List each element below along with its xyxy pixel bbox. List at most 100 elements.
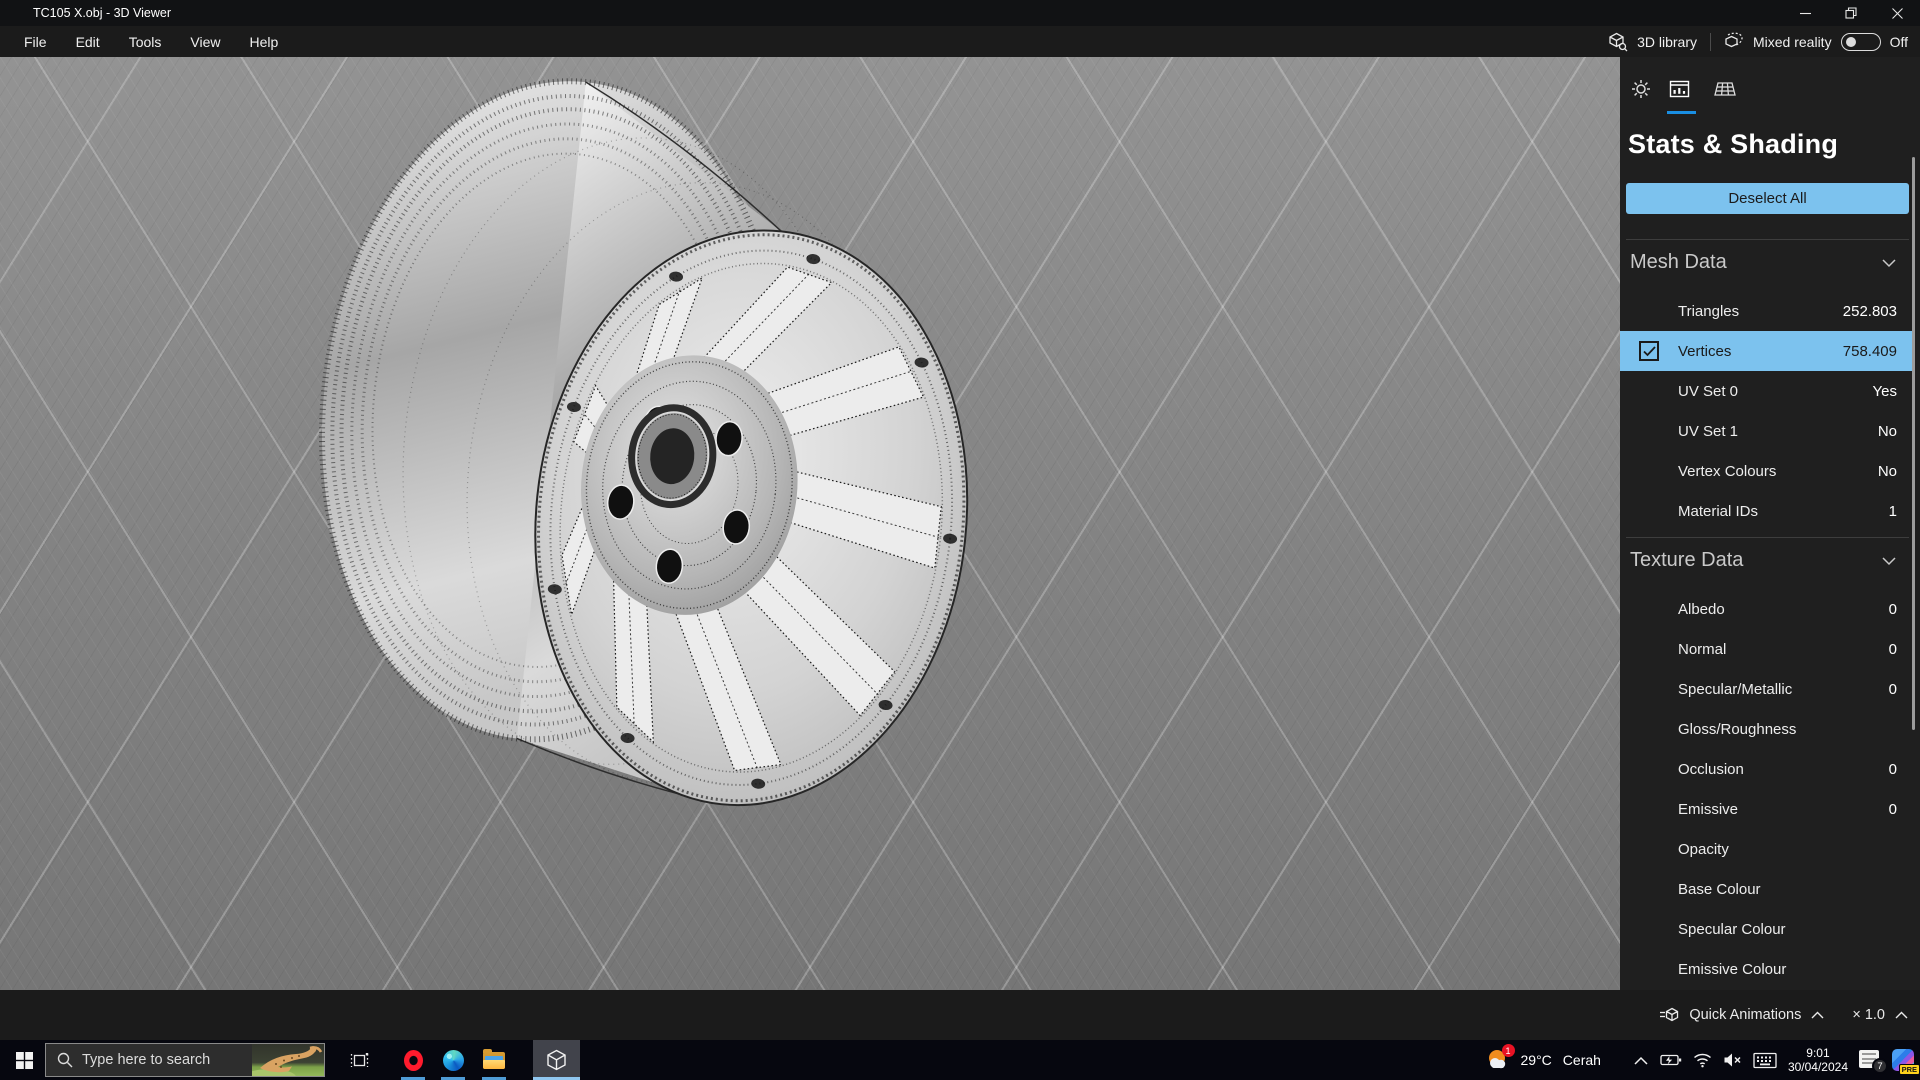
tab-stats-shading[interactable] <box>1668 78 1690 100</box>
quick-animations-icon <box>1660 1007 1679 1022</box>
tray-temperature[interactable]: 29°C <box>1521 1052 1552 1068</box>
active-tab-indicator <box>1667 111 1696 114</box>
volume-muted-icon[interactable] <box>1723 1052 1742 1068</box>
stat-row-vertex-colours[interactable]: Vertex Colours No <box>1620 451 1914 491</box>
search-icon <box>57 1052 73 1068</box>
divider <box>1626 239 1909 240</box>
close-button[interactable] <box>1874 0 1920 26</box>
3d-viewport[interactable] <box>0 57 1620 990</box>
taskbar-app-file-explorer[interactable] <box>474 1040 514 1080</box>
bottom-bar: Quick Animations × 1.0 <box>0 990 1920 1040</box>
tab-environment[interactable] <box>1630 78 1652 100</box>
stat-row-material-ids[interactable]: Material IDs 1 <box>1620 491 1914 531</box>
tray-time: 9:01 <box>1806 1046 1830 1060</box>
restore-button[interactable] <box>1828 0 1874 26</box>
notification-badge: 7 <box>1872 1058 1888 1074</box>
stat-row-specular-colour[interactable]: Specular Colour <box>1620 909 1914 949</box>
divider <box>1626 537 1909 538</box>
menu-edit[interactable]: Edit <box>76 34 100 50</box>
menu-tools[interactable]: Tools <box>129 34 162 50</box>
minimize-icon <box>1799 12 1811 14</box>
chevron-up-icon[interactable] <box>1895 1011 1908 1020</box>
tray-date: 30/04/2024 <box>1787 1060 1848 1074</box>
window-title: TC105 X.obj - 3D Viewer <box>33 6 172 20</box>
stat-row-emissive-colour[interactable]: Emissive Colour <box>1620 949 1914 989</box>
quick-animations-button[interactable]: Quick Animations <box>1689 1007 1801 1023</box>
3d-library-icon <box>1609 32 1628 51</box>
search-input[interactable] <box>82 1052 242 1068</box>
sun-icon <box>1632 80 1650 98</box>
stat-row-normal[interactable]: Normal 0 <box>1620 629 1914 669</box>
texture-data-header[interactable]: Texture Data <box>1630 542 1910 578</box>
deselect-all-button[interactable]: Deselect All <box>1626 183 1909 214</box>
wheel-model[interactable] <box>0 57 1620 990</box>
mixed-reality-icon <box>1725 32 1743 47</box>
mixed-reality-state: Off <box>1889 33 1908 50</box>
menu-file[interactable]: File <box>24 34 47 50</box>
menu-help[interactable]: Help <box>249 34 278 50</box>
weather-button[interactable]: 1 <box>1486 1044 1515 1072</box>
mixed-reality-label: Mixed reality <box>1752 33 1832 50</box>
system-tray: 1 29°C Cerah 9:01 30/04/2024 7 PRE <box>1486 1040 1920 1080</box>
taskbar-search[interactable] <box>45 1043 325 1077</box>
start-button[interactable] <box>0 1040 48 1080</box>
weather-badge: 1 <box>1501 1044 1515 1057</box>
opera-icon <box>403 1049 423 1071</box>
check-icon <box>1642 345 1656 356</box>
touch-keyboard-icon[interactable] <box>1753 1052 1777 1069</box>
stat-row-emissive[interactable]: Emissive 0 <box>1620 789 1914 829</box>
menubar-divider <box>1709 32 1711 51</box>
windows-taskbar: 1 29°C Cerah 9:01 30/04 <box>0 1040 1920 1080</box>
stat-row-albedo[interactable]: Albedo 0 <box>1620 589 1914 629</box>
battery-charging-icon[interactable] <box>1660 1052 1682 1068</box>
chevron-down-icon[interactable] <box>1882 251 1896 274</box>
mixed-reality-toggle[interactable] <box>1840 32 1881 51</box>
task-view-icon <box>350 1052 368 1067</box>
stat-row-uv-set-0[interactable]: UV Set 0 Yes <box>1620 371 1914 411</box>
stat-row-base-colour[interactable]: Base Colour <box>1620 869 1914 909</box>
tab-grid[interactable] <box>1714 78 1736 100</box>
menu-view[interactable]: View <box>190 34 220 50</box>
3d-viewer-cube-icon <box>546 1049 566 1071</box>
mesh-data-header[interactable]: Mesh Data <box>1630 244 1910 280</box>
hidden-icons-chevron[interactable] <box>1633 1055 1649 1066</box>
wifi-icon[interactable] <box>1693 1052 1712 1068</box>
grid-icon <box>1714 82 1736 96</box>
chevron-down-icon[interactable] <box>1882 549 1896 572</box>
panel-title: Stats & Shading <box>1628 129 1839 159</box>
stats-icon <box>1669 80 1689 98</box>
file-explorer-icon <box>483 1048 505 1069</box>
taskbar-app-3d-viewer[interactable] <box>536 1040 576 1080</box>
title-bar: TC105 X.obj - 3D Viewer <box>0 0 1920 26</box>
mesh-data-rows: Triangles 252.803 Vertices 758.409 UV Se… <box>1620 291 1914 531</box>
menu-bar: File Edit Tools View Help 3D library Mix… <box>0 26 1920 57</box>
preview-tag: PRE <box>1898 1064 1920 1075</box>
playback-speed[interactable]: × 1.0 <box>1852 1007 1885 1023</box>
vertices-checkbox[interactable] <box>1639 341 1659 361</box>
texture-data-rows: Albedo 0 Normal 0 Specular/Metallic 0 Gl… <box>1620 589 1914 989</box>
stat-row-vertices[interactable]: Vertices 758.409 <box>1620 331 1914 371</box>
toggle-knob <box>1845 36 1856 47</box>
stat-row-triangles[interactable]: Triangles 252.803 <box>1620 291 1914 331</box>
clock[interactable]: 9:01 30/04/2024 <box>1788 1046 1848 1074</box>
close-icon <box>1891 7 1903 19</box>
stat-row-gloss-roughness[interactable]: Gloss/Roughness <box>1620 709 1914 749</box>
taskbar-app-opera[interactable] <box>393 1040 433 1080</box>
tray-condition[interactable]: Cerah <box>1563 1052 1601 1068</box>
notifications-button[interactable]: 7 <box>1859 1050 1888 1074</box>
stat-row-occlusion[interactable]: Occlusion 0 <box>1620 749 1914 789</box>
taskbar-app-edge[interactable] <box>433 1040 473 1080</box>
cheetah-image <box>252 1046 323 1076</box>
3d-library-button[interactable]: 3D library <box>1637 34 1697 50</box>
stat-row-specular-metallic[interactable]: Specular/Metallic 0 <box>1620 669 1914 709</box>
minimize-button[interactable] <box>1782 0 1828 26</box>
copilot-preview-button[interactable]: PRE <box>1892 1049 1920 1075</box>
stats-shading-panel: Stats & Shading Deselect All Mesh Data T… <box>1620 57 1920 990</box>
task-view-button[interactable] <box>339 1040 379 1080</box>
edge-icon <box>442 1049 464 1071</box>
search-highlight-image[interactable] <box>252 1044 324 1076</box>
stat-row-uv-set-1[interactable]: UV Set 1 No <box>1620 411 1914 451</box>
stat-row-opacity[interactable]: Opacity <box>1620 829 1914 869</box>
panel-scrollbar[interactable] <box>1912 157 1915 730</box>
chevron-up-icon[interactable] <box>1811 1011 1824 1020</box>
